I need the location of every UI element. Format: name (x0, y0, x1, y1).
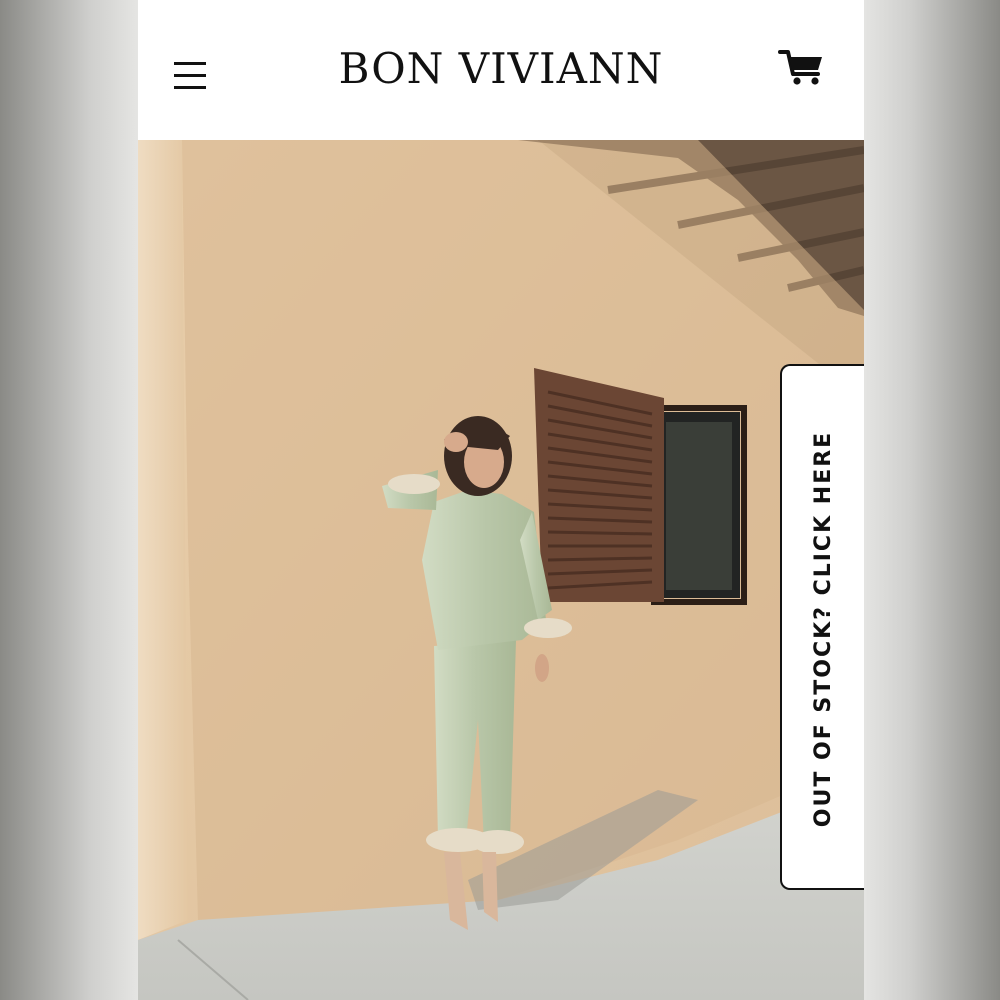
brand-logo[interactable]: BON VIVIANN (138, 44, 864, 93)
mobile-page: BON VIVIANN OUT OF STOCK? CLICK HERE (138, 0, 864, 1000)
out-of-stock-tab[interactable]: OUT OF STOCK? CLICK HERE (780, 364, 864, 890)
hero-photo (138, 140, 864, 1000)
shopping-cart-icon (778, 50, 822, 85)
out-of-stock-label: OUT OF STOCK? CLICK HERE (811, 430, 836, 828)
cart-button[interactable] (778, 48, 828, 88)
hero-image (138, 140, 864, 1000)
site-header: BON VIVIANN (138, 0, 864, 140)
